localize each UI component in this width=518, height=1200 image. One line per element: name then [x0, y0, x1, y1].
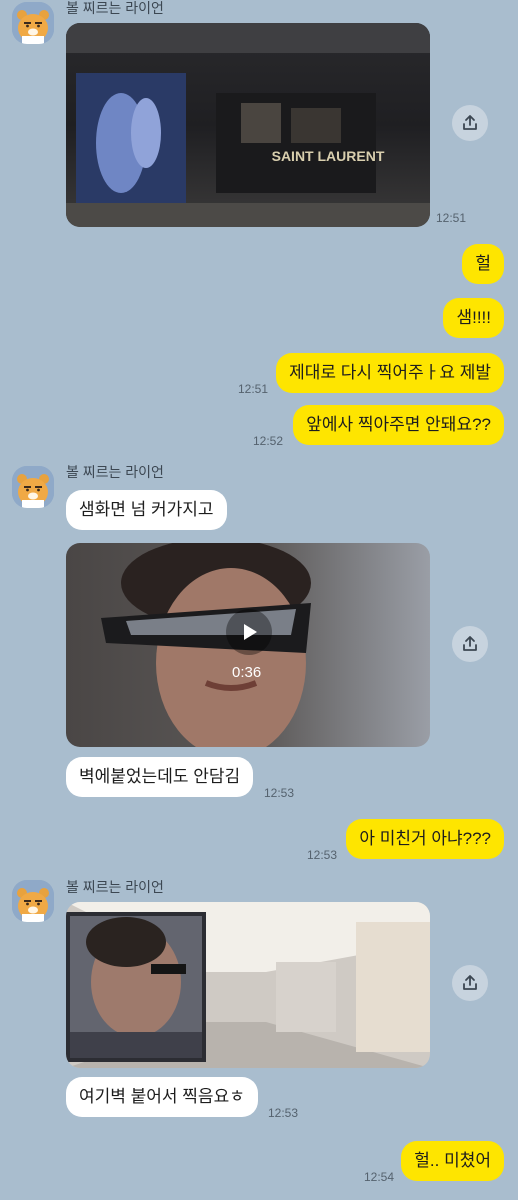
message-time: 12:53	[307, 848, 338, 862]
mall-store-photo: SAINT LAURENT	[66, 23, 430, 227]
share-icon	[463, 115, 477, 130]
share-button[interactable]	[452, 105, 488, 141]
photo-message[interactable]: SAINT LAURENT	[66, 23, 430, 227]
message-time: 12:53	[264, 786, 295, 800]
outgoing-message[interactable]: 샘!!!!	[443, 298, 504, 338]
outgoing-message[interactable]: 헐.. 미쳤어	[401, 1141, 504, 1181]
sender-name: 볼 찌르는 라이언	[66, 879, 164, 895]
play-icon	[244, 624, 257, 640]
incoming-message[interactable]: 여기벽 붙어서 찍음요ㅎ	[66, 1077, 258, 1117]
ryan-icon	[12, 2, 54, 44]
video-duration: 0:36	[232, 664, 262, 681]
mall-corridor-photo	[66, 902, 430, 1068]
message-time: 12:54	[364, 1170, 395, 1184]
play-button[interactable]	[226, 609, 272, 655]
sender-name: 볼 찌르는 라이언	[66, 464, 164, 480]
ryan-icon	[12, 880, 54, 922]
message-time: 12:51	[436, 211, 467, 225]
avatar[interactable]	[12, 2, 54, 44]
ryan-icon	[12, 466, 54, 508]
sender-name: 볼 찌르는 라이언	[66, 0, 164, 16]
message-time: 12:53	[268, 1106, 299, 1120]
outgoing-message[interactable]: 제대로 다시 찍어주ㅏ요 제발	[276, 353, 504, 393]
avatar[interactable]	[12, 466, 54, 508]
photo-message[interactable]	[66, 902, 430, 1068]
avatar[interactable]	[12, 880, 54, 922]
share-icon	[463, 636, 477, 651]
share-button[interactable]	[452, 965, 488, 1001]
outgoing-message[interactable]: 헐	[462, 244, 504, 284]
incoming-message[interactable]: 샘화면 넘 커가지고	[66, 490, 227, 530]
share-button[interactable]	[452, 626, 488, 662]
message-time: 12:52	[253, 434, 284, 448]
incoming-message[interactable]: 벽에붙었는데도 안담김	[66, 757, 254, 797]
message-time: 12:51	[238, 382, 269, 396]
outgoing-message[interactable]: 앞에사 찍아주면 안돼요??	[293, 405, 504, 445]
share-icon	[463, 975, 477, 990]
outgoing-message[interactable]: 아 미친거 아냐???	[346, 819, 504, 859]
store-sign-text: SAINT LAURENT	[272, 148, 385, 164]
